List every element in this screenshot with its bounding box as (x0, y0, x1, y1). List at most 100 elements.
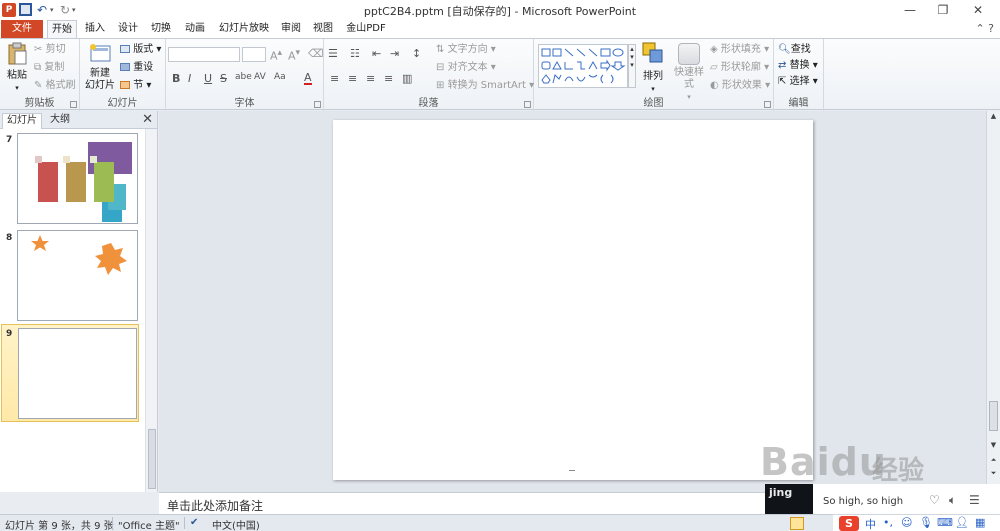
align-center-icon[interactable]: ≡ (348, 72, 357, 85)
tab-transitions[interactable]: 切换 (147, 20, 175, 38)
replace-button[interactable]: ⇄ 替换 ▾ (778, 59, 818, 72)
user-icon[interactable]: 👤︎ (955, 516, 969, 529)
underline-button[interactable]: U (204, 72, 212, 85)
new-slide-button[interactable]: 新建 幻灯片 (84, 42, 116, 92)
slide-canvas[interactable] (333, 120, 813, 480)
tab-design[interactable]: 设计 (114, 20, 142, 38)
normal-view-icon[interactable] (790, 517, 804, 530)
playlist-icon[interactable]: ☰ (969, 493, 980, 507)
bold-button[interactable]: B (172, 72, 180, 85)
theme-status[interactable]: "Office 主题" (118, 517, 180, 531)
font-name-combo[interactable] (168, 47, 240, 62)
album-art: jing (765, 484, 813, 518)
italic-button[interactable]: I (188, 72, 191, 85)
scroll-down-icon[interactable]: ▼ (987, 441, 1000, 449)
align-text-button[interactable]: ⊟ 对齐文本 ▾ (436, 61, 496, 74)
arrange-button[interactable]: 排列 ▾ (638, 41, 668, 95)
panel-scrollbar[interactable] (145, 129, 157, 492)
numbering-icon[interactable]: ☷ (350, 47, 360, 60)
volume-icon[interactable]: 🔈︎ (949, 493, 956, 508)
slide-thumbnail-row-8[interactable]: 8 (0, 227, 145, 323)
microphone-icon[interactable]: 🎙︎ (919, 516, 933, 529)
next-slide-icon[interactable]: ⏷ (987, 469, 1000, 478)
language-status[interactable]: 中文(中国) (212, 517, 260, 531)
new-slide-label: 新建 (90, 68, 110, 79)
favorite-heart-icon[interactable]: ♡ (929, 493, 940, 507)
close-button[interactable]: ✕ (968, 2, 988, 18)
font-size-combo[interactable] (242, 47, 266, 62)
find-button[interactable]: 🔍︎查找 (778, 43, 811, 56)
shape-fill-button[interactable]: ◈ 形状填充 ▾ (710, 43, 769, 56)
tab-view[interactable]: 视图 (310, 20, 336, 38)
slide-thumbnail-row-9[interactable]: 9 (1, 324, 139, 422)
select-button[interactable]: ⇱ 选择 ▾ (778, 75, 818, 88)
slide-thumbnail-9[interactable] (18, 328, 137, 419)
title-bar: P ↶ ▾ ↻ ▾ pptC2B4.pptm [自动保存的] - Microso… (0, 0, 1000, 20)
restore-button[interactable]: ❐ (933, 2, 953, 18)
character-spacing-button[interactable]: AV (254, 72, 266, 82)
shape-outline-button[interactable]: ▱ 形状轮廓 ▾ (710, 61, 769, 74)
paste-button[interactable]: 粘贴 ▾ (4, 42, 30, 94)
increase-indent-icon[interactable]: ⇥ (390, 47, 399, 60)
editor-scrollbar[interactable]: ▲ ▼ ⏶ ⏷ (986, 111, 1000, 492)
change-case-button[interactable]: Aa (274, 72, 286, 82)
tab-outline-panel[interactable]: 大纲 (46, 113, 74, 129)
paragraph-launcher-icon[interactable] (524, 101, 531, 108)
panel-close-icon[interactable]: ✕ (142, 112, 153, 127)
reset-button[interactable]: 重设 (120, 61, 153, 74)
drawing-launcher-icon[interactable] (764, 101, 771, 108)
bullets-icon[interactable]: ☰ (328, 47, 338, 60)
clipboard-launcher-icon[interactable] (70, 101, 77, 108)
emoji-icon[interactable]: ☺ (901, 516, 912, 529)
format-painter-button[interactable]: ✎ 格式刷 (34, 79, 76, 92)
tab-kingsoft-pdf[interactable]: 金山PDF (343, 20, 389, 38)
decrease-indent-icon[interactable]: ⇤ (372, 47, 381, 60)
toolbox-icon[interactable]: ▦ (975, 516, 985, 529)
slide-thumbnail-row-7[interactable]: 7 (0, 131, 145, 226)
text-direction-button[interactable]: ⇅ 文字方向 ▾ (436, 43, 496, 56)
strikethrough-button[interactable]: S (220, 72, 227, 85)
tab-slideshow[interactable]: 幻灯片放映 (215, 20, 273, 38)
grow-font-icon[interactable]: A▴ (270, 47, 282, 63)
tab-review[interactable]: 审阅 (278, 20, 304, 38)
justify-icon[interactable]: ≡ (384, 72, 393, 85)
font-color-button[interactable]: A (304, 72, 312, 85)
tab-slides-panel[interactable]: 幻灯片 (2, 113, 42, 129)
ime-mode[interactable]: 中 (865, 516, 876, 531)
columns-icon[interactable]: ▥ (402, 72, 412, 85)
clear-format-icon[interactable]: ⌫ (308, 47, 324, 60)
spellcheck-icon[interactable]: ✔ (190, 517, 198, 528)
shapes-gallery[interactable] (538, 44, 628, 88)
previous-slide-icon[interactable]: ⏶ (987, 456, 1000, 465)
section-button[interactable]: 节 ▾ (120, 79, 151, 92)
shapes-gallery-scroll-icon[interactable]: ▴ ▾ ▾ (628, 44, 636, 88)
align-right-icon[interactable]: ≡ (366, 72, 375, 85)
tab-file[interactable]: 文件 (1, 20, 43, 38)
panel-scrollbar-thumb[interactable] (148, 429, 156, 489)
slide-thumbnail-7[interactable] (17, 133, 138, 224)
cut-button[interactable]: ✂ 剪切 (34, 43, 66, 56)
tab-insert[interactable]: 插入 (81, 20, 109, 38)
sogou-ime-icon[interactable]: S (839, 516, 859, 531)
font-launcher-icon[interactable] (314, 101, 321, 108)
minimize-button[interactable]: — (900, 2, 920, 18)
notes-placeholder[interactable]: 单击此处添加备注 (167, 497, 263, 514)
shrink-font-icon[interactable]: A▾ (288, 47, 300, 63)
punctuation-icon[interactable]: •, (883, 516, 893, 529)
align-left-icon[interactable]: ≡ (330, 72, 339, 85)
text-shadow-button[interactable]: abe (235, 72, 252, 82)
smartart-button[interactable]: ⊞ 转换为 SmartArt ▾ (436, 79, 534, 92)
select-label: 选择 (789, 76, 810, 87)
slide-thumbnail-8[interactable] (17, 230, 138, 321)
help-icon[interactable]: ⌃ ? (975, 22, 994, 35)
layout-button[interactable]: 版式 ▾ (120, 43, 161, 56)
tab-animations[interactable]: 动画 (181, 20, 209, 38)
line-spacing-icon[interactable]: ↕ (412, 47, 421, 60)
shape-effects-button[interactable]: ◐ 形状效果 ▾ (710, 79, 770, 92)
slide-number: 8 (6, 233, 13, 243)
tab-home[interactable]: 开始 (47, 20, 77, 38)
copy-button[interactable]: ⧉ 复制 (34, 61, 64, 74)
scroll-up-icon[interactable]: ▲ (987, 112, 1000, 120)
editor-scrollbar-thumb[interactable] (989, 401, 998, 431)
keyboard-icon[interactable]: ⌨ (937, 516, 953, 529)
